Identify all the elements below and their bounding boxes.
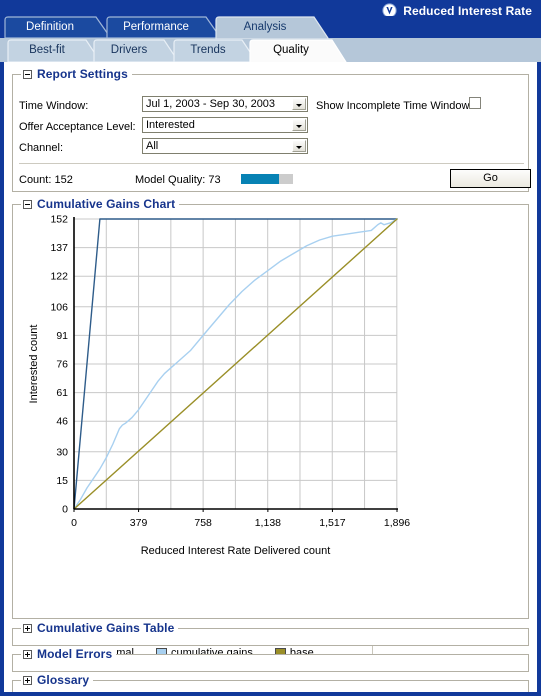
y-tick-label: 0 — [62, 504, 68, 516]
cumulative-gains-table-expand-toggle[interactable] — [23, 623, 32, 633]
glossary-header[interactable]: Glossary — [21, 672, 94, 688]
offer-acceptance-label: Offer Acceptance Level: — [19, 121, 136, 133]
report-settings-title: Report Settings — [37, 67, 128, 81]
tab-drivers[interactable]: Drivers — [92, 39, 180, 63]
settings-divider — [19, 163, 524, 164]
model-errors-expand-toggle[interactable] — [23, 649, 32, 659]
application-window: Reduced Interest Rate Definition Perform… — [0, 0, 541, 696]
gains-chart-canvas: 0 15 30 46 61 76 91 106 122 137 152 0 379 758 1,138 1,5… — [28, 214, 410, 558]
y-tick-label: 15 — [56, 475, 68, 487]
cumulative-gains-table-group: Cumulative Gains Table — [12, 620, 529, 646]
y-tick-label: 152 — [50, 214, 68, 226]
cumulative-gains-table-header[interactable]: Cumulative Gains Table — [21, 620, 179, 636]
x-tick-label: 1,517 — [319, 517, 345, 529]
model-errors-header[interactable]: Model Errors — [21, 646, 117, 662]
glossary-group: Glossary — [12, 672, 529, 692]
chevron-down-icon[interactable] — [292, 119, 306, 131]
y-tick-label: 46 — [56, 416, 68, 428]
tab-trends-label: Trends — [190, 44, 226, 56]
cumulative-gains-table-title: Cumulative Gains Table — [37, 621, 175, 635]
report-settings-header[interactable]: Report Settings — [21, 66, 132, 82]
show-incomplete-checkbox[interactable] — [469, 97, 481, 109]
y-axis-label: Interested count — [28, 325, 40, 404]
go-button[interactable]: Go — [450, 169, 531, 188]
y-tick-label: 122 — [50, 271, 68, 283]
x-tick-label: 379 — [130, 517, 148, 529]
tab-performance[interactable]: Performance — [104, 16, 222, 39]
tab-best-fit-label: Best-fit — [29, 44, 65, 56]
show-incomplete-label: Show Incomplete Time Window: — [316, 100, 473, 112]
gains-chart: 0 15 30 46 61 76 91 106 122 137 152 0 379 758 1,138 1,5… — [13, 205, 528, 618]
chevron-down-icon[interactable] — [292, 140, 306, 152]
tab-analysis-label: Analysis — [243, 21, 287, 33]
channel-select[interactable]: All — [142, 138, 308, 154]
model-errors-title: Model Errors — [37, 647, 113, 661]
model-errors-group: Model Errors — [12, 646, 529, 672]
tab-trends[interactable]: Trends — [172, 39, 258, 63]
tab-drivers-label: Drivers — [110, 44, 148, 56]
x-tick-label: 1,138 — [255, 517, 281, 529]
y-tick-label: 30 — [56, 446, 68, 458]
model-quality-progress-fill — [241, 174, 279, 184]
offer-acceptance-select[interactable]: Interested — [142, 117, 308, 133]
offer-acceptance-value: Interested — [146, 119, 195, 131]
tab-performance-label: Performance — [123, 21, 189, 33]
channel-value: All — [146, 140, 159, 152]
x-tick-label: 758 — [194, 517, 212, 529]
time-window-value: Jul 1, 2003 - Sep 30, 2003 — [146, 98, 276, 110]
x-axis-label: Reduced Interest Rate Delivered count — [141, 545, 331, 557]
y-tick-label: 91 — [56, 330, 68, 342]
y-tick-label: 106 — [50, 301, 68, 313]
tab-definition-label: Definition — [26, 21, 74, 33]
tab-best-fit[interactable]: Best-fit — [6, 39, 102, 63]
report-settings-collapse-toggle[interactable] — [23, 69, 32, 79]
report-settings-group: Report Settings Time Window: Jul 1, 2003… — [12, 66, 531, 192]
chevron-down-icon[interactable] — [292, 98, 306, 110]
count-text: Count: 152 — [19, 174, 73, 186]
glossary-title: Glossary — [37, 673, 90, 687]
content-panel: Report Settings Time Window: Jul 1, 2003… — [0, 62, 541, 696]
channel-label: Channel: — [19, 142, 64, 154]
cumulative-gains-chart-group: Cumulative Gains Chart 0 15 30 46 61 76 91 106 1… — [12, 196, 529, 665]
content-inner: Report Settings Time Window: Jul 1, 2003… — [4, 62, 537, 692]
x-tick-label: 1,896 — [384, 517, 410, 529]
y-tick-label: 137 — [50, 242, 68, 254]
x-tick-label: 0 — [71, 517, 77, 529]
model-quality-text: Model Quality: 73 — [135, 174, 221, 186]
y-tick-label: 76 — [56, 359, 68, 371]
glossary-expand-toggle[interactable] — [23, 675, 32, 685]
tab-quality[interactable]: Quality — [248, 39, 348, 64]
tab-analysis[interactable]: Analysis — [214, 16, 330, 40]
model-quality-progress — [241, 174, 293, 184]
time-window-label: Time Window: — [19, 100, 89, 112]
tab-definition[interactable]: Definition — [2, 16, 112, 39]
title-bar: Reduced Interest Rate — [0, 0, 541, 18]
tab-quality-label: Quality — [273, 44, 309, 56]
y-tick-label: 61 — [56, 387, 68, 399]
time-window-select[interactable]: Jul 1, 2003 - Sep 30, 2003 — [142, 96, 308, 112]
